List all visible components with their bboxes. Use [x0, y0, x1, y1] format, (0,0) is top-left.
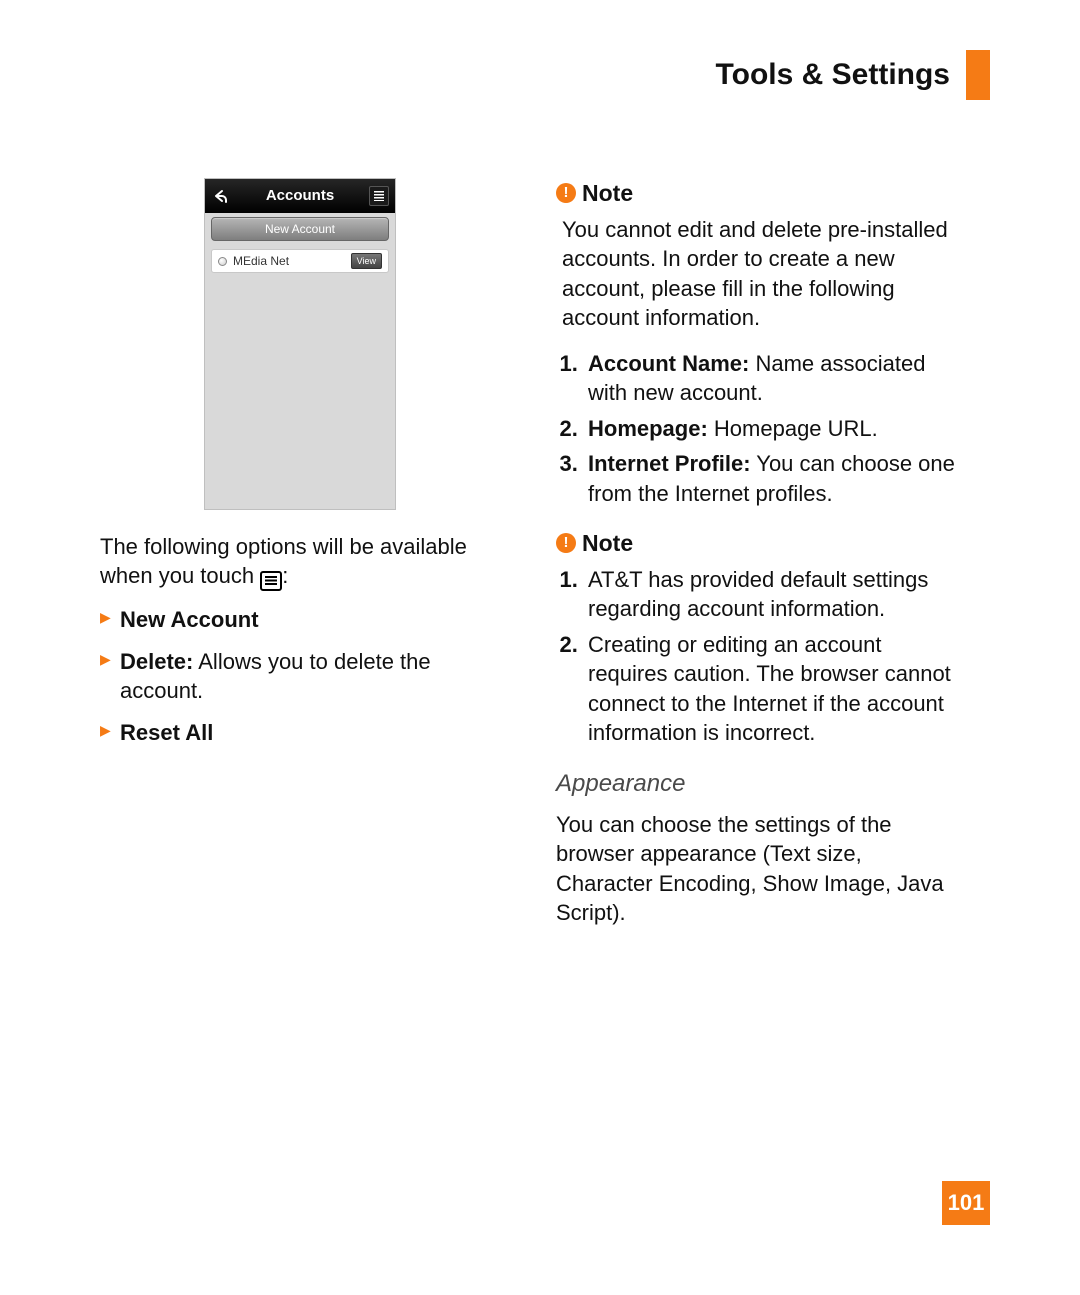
account-list-item[interactable]: MEdia Net View — [211, 249, 389, 273]
intro-part2: : — [282, 563, 288, 588]
intro-text: The following options will be available … — [100, 532, 500, 591]
alert-icon: ! — [556, 183, 576, 203]
note1-item-3: Internet Profile: You can choose one fro… — [584, 449, 956, 508]
phone-titlebar: Accounts — [205, 179, 395, 213]
new-account-row: New Account — [205, 213, 395, 245]
page-number: 101 — [942, 1181, 990, 1225]
left-column: Accounts New Account MEdia Net View — [100, 178, 500, 928]
option-new-account: New Account — [100, 605, 500, 634]
document-icon[interactable] — [369, 186, 389, 206]
appearance-heading: Appearance — [556, 768, 956, 800]
new-account-button[interactable]: New Account — [211, 217, 389, 241]
option-delete: Delete: Allows you to delete the account… — [100, 647, 500, 706]
option-reset-all: Reset All — [100, 718, 500, 747]
note-heading-1: ! Note — [556, 178, 956, 209]
note1-item-1: Account Name: Name associated with new a… — [584, 349, 956, 408]
note1-list: Account Name: Name associated with new a… — [562, 349, 956, 508]
note1-item-2: Homepage: Homepage URL. — [584, 414, 956, 443]
account-item-label: MEdia Net — [233, 253, 289, 269]
view-button[interactable]: View — [351, 253, 382, 269]
back-icon[interactable] — [211, 186, 231, 206]
phone-screenshot: Accounts New Account MEdia Net View — [204, 178, 396, 510]
note-label-1: Note — [582, 178, 633, 209]
alert-icon: ! — [556, 533, 576, 553]
header-accent-bar — [966, 50, 990, 100]
note1-body: You cannot edit and delete pre-installed… — [562, 215, 956, 333]
menu-icon — [260, 571, 282, 591]
phone-title: Accounts — [231, 186, 369, 206]
options-list: New Account Delete: Allows you to delete… — [100, 605, 500, 747]
note2-item-2: Creating or editing an account requires … — [584, 630, 956, 748]
note-label-2: Note — [582, 528, 633, 559]
note2-item-1: AT&T has provided default settings regar… — [584, 565, 956, 624]
header-title: Tools & Settings — [716, 58, 950, 92]
note2-list: AT&T has provided default settings regar… — [562, 565, 956, 748]
note-heading-2: ! Note — [556, 528, 956, 559]
appearance-body: You can choose the settings of the brows… — [556, 810, 956, 928]
page-header: Tools & Settings — [100, 50, 990, 118]
right-column: ! Note You cannot edit and delete pre-in… — [556, 178, 956, 928]
radio-icon — [218, 257, 227, 266]
